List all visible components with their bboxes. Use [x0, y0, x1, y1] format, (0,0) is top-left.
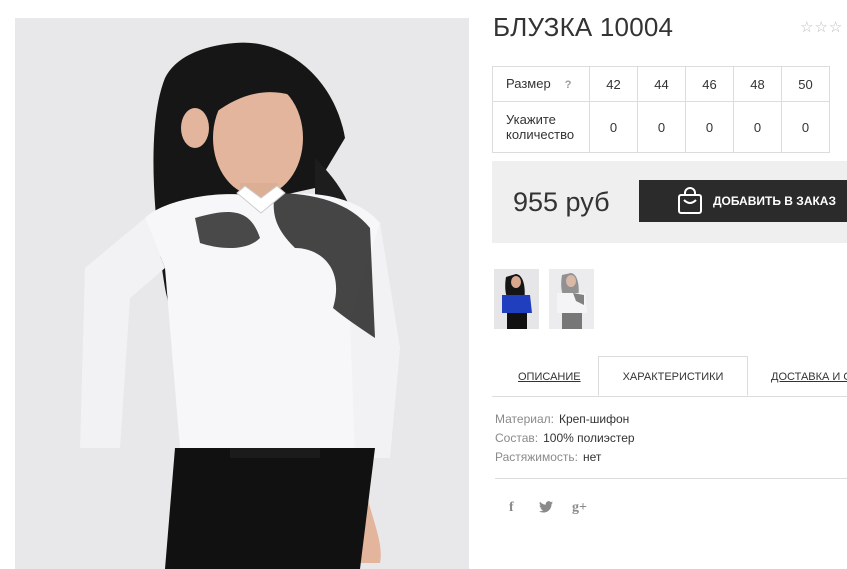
quantity-input[interactable]: 0 [589, 101, 638, 153]
add-to-order-button[interactable]: ДОБАВИТЬ В ЗАКАЗ [639, 180, 847, 222]
size-help-icon[interactable]: ? [565, 79, 572, 91]
spec-value: 100% полиэстер [543, 431, 635, 445]
spec-key: Растяжимость: [495, 450, 579, 464]
quantity-input[interactable]: 0 [733, 101, 782, 153]
spec-key: Материал: [495, 412, 554, 426]
spec-value: нет [583, 450, 602, 464]
quantity-label-line2: количество [506, 127, 575, 142]
thumbnail-white-blouse[interactable] [549, 269, 594, 329]
quantity-row: Укажите количество 0 0 0 0 0 [492, 101, 830, 153]
quantity-label-line1: Укажите [506, 112, 556, 127]
facebook-icon[interactable]: f [509, 500, 514, 516]
thumbnail-blue-blouse[interactable] [494, 269, 539, 329]
spec-key: Состав: [495, 431, 539, 445]
tab-description[interactable]: ОПИСАНИЕ [518, 357, 581, 397]
spec-row: Состав: 100% полиэстер [495, 429, 635, 448]
price-box: 955 руб ДОБАВИТЬ В ЗАКАЗ [492, 161, 847, 243]
quantity-input[interactable]: 0 [637, 101, 686, 153]
spec-row: Растяжимость: нет [495, 448, 635, 467]
quantity-input[interactable]: 0 [685, 101, 734, 153]
size-quantity-table: Размер? 42 44 46 48 50 Укажите количеств… [492, 66, 830, 153]
tab-characteristics[interactable]: ХАРАКТЕРИСТИКИ [598, 356, 748, 396]
size-label-cell: Размер? [492, 66, 590, 102]
shopping-bag-icon [677, 187, 703, 215]
size-row: Размер? 42 44 46 48 50 [492, 66, 830, 102]
size-option: 42 [589, 66, 638, 102]
divider [495, 478, 847, 479]
product-title: БЛУЗКА 10004 [493, 12, 674, 42]
rating-stars-icon[interactable]: ☆☆☆ [800, 18, 843, 36]
quantity-label-cell: Укажите количество [492, 101, 590, 153]
add-to-order-label: ДОБАВИТЬ В ЗАКАЗ [713, 194, 836, 208]
size-option: 50 [781, 66, 830, 102]
spec-row: Материал: Креп-шифон [495, 410, 635, 429]
size-option: 46 [685, 66, 734, 102]
product-main-image[interactable] [15, 18, 469, 569]
specs-list: Материал: Креп-шифон Состав: 100% полиэсте… [495, 410, 635, 467]
size-option: 44 [637, 66, 686, 102]
twitter-icon[interactable] [539, 500, 553, 516]
tab-delivery[interactable]: ДОСТАВКА И О [771, 357, 847, 397]
spec-value: Креп-шифон [558, 412, 630, 426]
product-price: 955 руб [513, 187, 610, 217]
size-option: 48 [733, 66, 782, 102]
quantity-input[interactable]: 0 [781, 101, 830, 153]
google-plus-icon[interactable]: g+ [572, 500, 587, 516]
size-label: Размер [506, 75, 551, 91]
product-tabs: ОПИСАНИЕ ХАРАКТЕРИСТИКИ ДОСТАВКА И О [492, 356, 847, 397]
